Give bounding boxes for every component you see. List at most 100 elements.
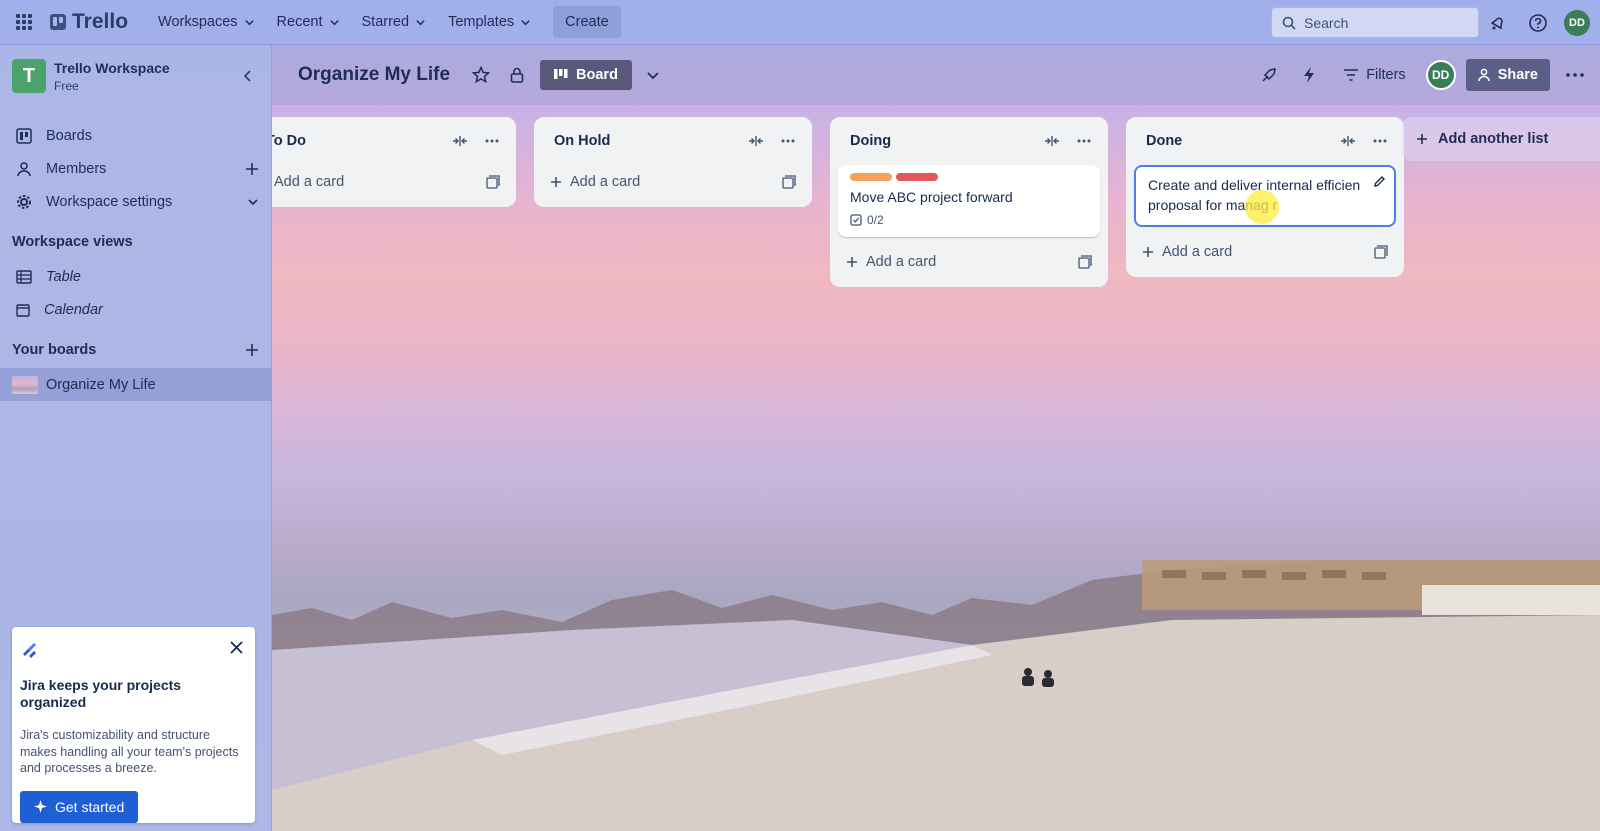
starred-menu-label: Starred [361, 14, 410, 30]
collapse-list-icon[interactable] [1040, 129, 1064, 153]
filter-icon [1344, 69, 1359, 81]
board-member-avatar[interactable]: DD [1425, 60, 1456, 90]
sidebar-board-label: Organize My Life [46, 376, 156, 393]
starred-menu[interactable]: Starred [354, 8, 435, 36]
templates-menu[interactable]: Templates [440, 8, 539, 36]
search-input[interactable] [1304, 14, 1464, 31]
share-label: Share [1497, 67, 1538, 83]
create-button[interactable]: Create [553, 6, 621, 38]
lock-icon[interactable] [502, 60, 532, 90]
sidebar-item-workspace-settings[interactable]: Workspace settings [0, 185, 271, 218]
power-ups-icon[interactable] [1254, 60, 1284, 90]
list-doing: Doing Move ABC project forward 0/2 Add a… [830, 117, 1108, 287]
brand-name: Trello [72, 10, 129, 33]
checklist-count: 0/2 [867, 213, 884, 227]
card-title: Move ABC project forward [850, 189, 1013, 205]
collapse-sidebar-button[interactable] [237, 65, 259, 87]
card-labels [850, 173, 1088, 181]
list-title[interactable]: Done [1146, 133, 1182, 149]
card-label-orange[interactable] [850, 173, 892, 181]
chevron-down-icon [329, 19, 339, 25]
add-card-label: Add a card [570, 174, 641, 190]
chevron-down-icon [521, 19, 530, 25]
board-canvas: To Do Add a card On Hold Add a card [272, 105, 1600, 831]
your-boards-heading: Your boards [0, 332, 271, 368]
card-template-icon[interactable] [1078, 255, 1092, 269]
add-list-label: Add another list [1438, 131, 1549, 147]
board-title[interactable]: Organize My Life [298, 64, 450, 86]
filters-button[interactable]: Filters [1334, 61, 1415, 89]
search-box[interactable] [1271, 7, 1479, 38]
list-title[interactable]: Doing [850, 133, 891, 149]
add-card-button[interactable]: Add a card [1134, 235, 1396, 269]
sidebar-item-table[interactable]: Table [0, 260, 271, 293]
list-menu-icon[interactable] [776, 129, 800, 153]
sidebar-item-label: Members [46, 160, 107, 177]
filters-label: Filters [1366, 67, 1406, 83]
help-icon[interactable] [1524, 9, 1552, 37]
star-icon[interactable] [466, 60, 496, 90]
promo-body: Jira's customizability and structure mak… [20, 728, 239, 775]
trello-logo[interactable]: Trello [50, 10, 128, 34]
edit-pencil-icon[interactable] [1373, 175, 1386, 188]
add-member-icon[interactable] [245, 162, 259, 176]
card-template-icon[interactable] [1374, 245, 1388, 259]
workspaces-menu[interactable]: Workspaces [150, 8, 263, 36]
top-menu: Workspaces Recent Starred Templates [150, 8, 539, 36]
list-done: Done Create and deliver internal efficie… [1126, 117, 1404, 277]
plus-icon [1417, 134, 1427, 144]
sidebar-item-members[interactable]: Members [0, 152, 271, 185]
list-menu-icon[interactable] [1072, 129, 1096, 153]
views-dropdown-chevron-icon[interactable] [638, 60, 668, 90]
card-template-icon[interactable] [486, 175, 500, 189]
list-menu-icon[interactable] [1368, 129, 1392, 153]
automation-icon[interactable] [1294, 60, 1324, 90]
add-card-button[interactable]: Add a card [838, 245, 1100, 279]
add-card-button[interactable]: Add a card [542, 165, 804, 199]
share-button[interactable]: Share [1465, 59, 1550, 91]
board-icon [554, 69, 568, 79]
checklist-icon [850, 214, 862, 226]
app-switcher-icon[interactable] [12, 10, 36, 34]
sidebar-item-calendar[interactable]: Calendar [0, 293, 271, 326]
board-view-button[interactable]: Board [540, 60, 632, 90]
recent-menu[interactable]: Recent [269, 8, 348, 36]
workspace-name[interactable]: Trello Workspace [54, 60, 170, 76]
workspace-views-heading: Workspace views [12, 234, 133, 250]
collapse-list-icon[interactable] [448, 129, 472, 153]
card-create-efficiency-proposal[interactable]: Create and deliver internal efficien pro… [1134, 165, 1396, 227]
plus-icon [847, 257, 857, 267]
more-options-icon[interactable] [1560, 60, 1590, 90]
sidebar-item-boards[interactable]: Boards [0, 119, 271, 152]
user-avatar[interactable]: DD [1564, 9, 1590, 36]
collapse-list-icon[interactable] [744, 129, 768, 153]
card-template-icon[interactable] [782, 175, 796, 189]
add-another-list-button[interactable]: Add another list [1402, 117, 1600, 161]
get-started-button[interactable]: Get started [20, 790, 139, 823]
workspace-avatar[interactable]: T [12, 59, 46, 93]
recent-menu-label: Recent [276, 14, 323, 30]
add-card-button[interactable]: Add a card [272, 165, 508, 199]
card-label-red[interactable] [896, 173, 938, 181]
add-board-icon[interactable] [245, 343, 259, 357]
list-title[interactable]: On Hold [554, 133, 610, 149]
templates-menu-label: Templates [448, 14, 515, 30]
search-icon [1282, 16, 1296, 30]
plus-icon [551, 177, 561, 187]
sidebar-board-organize-my-life[interactable]: Organize My Life [0, 368, 271, 401]
sidebar-item-label: Table [46, 268, 81, 285]
plus-icon [1143, 247, 1153, 257]
list-menu-icon[interactable] [480, 129, 504, 153]
collapse-list-icon[interactable] [1336, 129, 1360, 153]
chevron-down-icon[interactable] [247, 196, 259, 208]
boards-icon [16, 127, 32, 144]
workspace-plan: Free [54, 78, 79, 93]
board-thumbnail [12, 375, 38, 394]
list-title[interactable]: To Do [272, 133, 306, 149]
notifications-icon[interactable] [1484, 9, 1512, 37]
checklist-badge: 0/2 [850, 213, 1088, 227]
gear-icon [17, 194, 31, 209]
card-move-abc-project[interactable]: Move ABC project forward 0/2 [838, 165, 1100, 237]
chevron-left-icon [243, 70, 251, 82]
close-icon[interactable] [230, 641, 243, 654]
